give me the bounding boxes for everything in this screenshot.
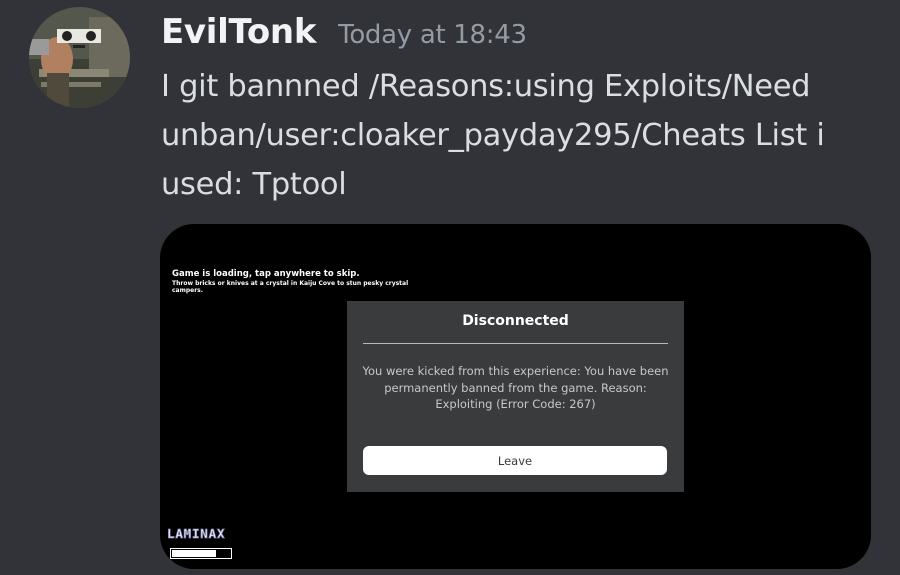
username[interactable]: EvilTonk: [161, 12, 316, 52]
laminax-logo: LAMINAX: [167, 526, 226, 542]
dialog-divider: [363, 343, 668, 344]
message-header: EvilTonk Today at 18:43: [161, 12, 527, 58]
loading-progress-fill: [172, 550, 216, 557]
disconnected-dialog: Disconnected You were kicked from this e…: [347, 301, 684, 492]
loading-progress-bar: [170, 548, 232, 559]
message-text: I git bannned /Reasons:using Exploits/Ne…: [161, 69, 825, 202]
loading-tip: Throw bricks or knives at a crystal in K…: [172, 280, 409, 294]
message-timestamp[interactable]: Today at 18:43: [338, 20, 527, 50]
dialog-title: Disconnected: [462, 313, 569, 329]
loading-title: Game is loading, tap anywhere to skip.: [172, 269, 360, 279]
chat-message: EvilTonk Today at 18:43 I git bannned /R…: [0, 0, 900, 575]
image-attachment[interactable]: Game is loading, tap anywhere to skip. T…: [160, 224, 871, 569]
avatar[interactable]: [29, 7, 130, 108]
avatar-image: [29, 7, 130, 108]
leave-button[interactable]: Leave: [363, 446, 667, 475]
dialog-message: You were kicked from this experience: Yo…: [362, 364, 669, 411]
